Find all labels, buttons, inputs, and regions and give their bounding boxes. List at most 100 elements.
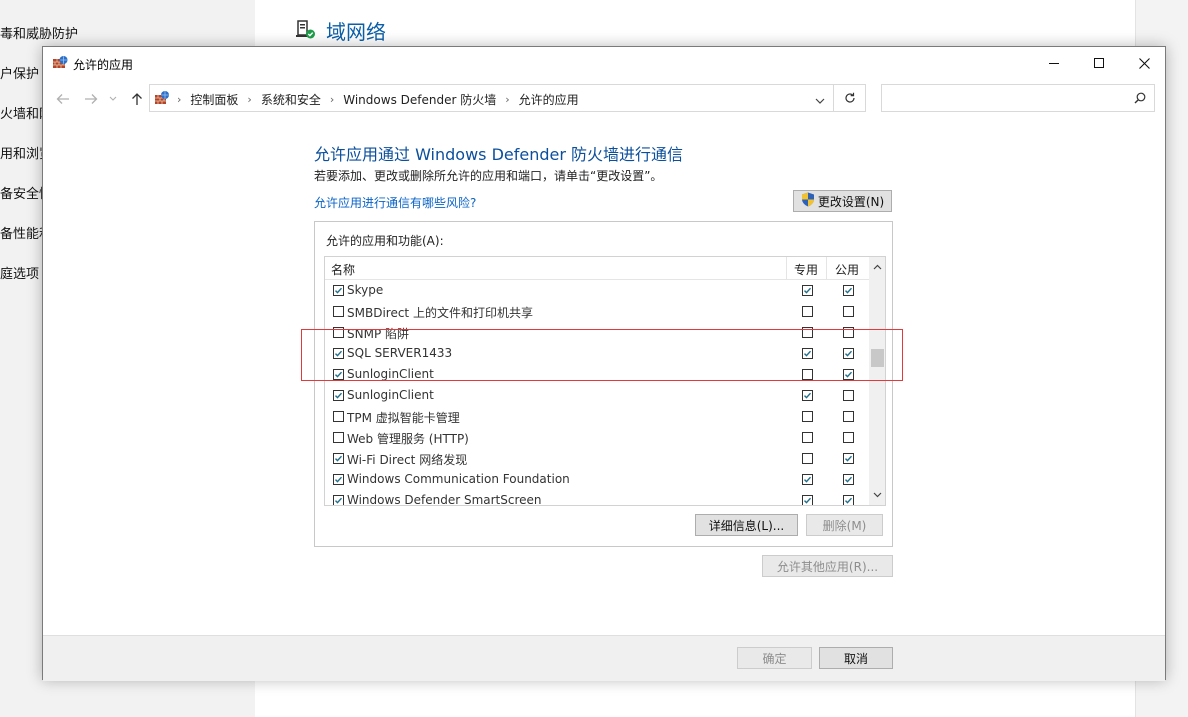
recent-locations-button[interactable] — [107, 89, 119, 109]
private-network-checkbox[interactable] — [802, 348, 813, 359]
app-name: Skype — [347, 283, 384, 297]
search-input[interactable] — [881, 84, 1155, 112]
breadcrumb-item[interactable]: 允许的应用 — [519, 91, 579, 108]
app-name: TPM 虚拟智能卡管理 — [347, 411, 460, 425]
public-network-checkbox[interactable] — [843, 453, 854, 464]
close-button[interactable] — [1121, 47, 1167, 79]
details-button[interactable]: 详细信息(L)... — [695, 514, 798, 536]
back-button[interactable] — [53, 89, 73, 109]
list-item[interactable]: SMBDirect 上的文件和打印机共享 — [325, 301, 869, 322]
arrow-right-icon — [85, 94, 98, 104]
private-network-checkbox[interactable] — [802, 432, 813, 443]
forward-button[interactable] — [81, 89, 101, 109]
list-item[interactable]: Web 管理服务 (HTTP) — [325, 427, 869, 448]
public-network-checkbox[interactable] — [843, 369, 854, 380]
list-item[interactable]: SNMP 陷阱 — [325, 322, 869, 343]
list-header: 名称 专用 公用 — [325, 257, 869, 280]
bg-sidebar-item[interactable]: 庭选项 — [0, 263, 39, 282]
scroll-up-button[interactable] — [869, 259, 885, 275]
ok-button[interactable]: 确定 — [737, 647, 812, 669]
app-enabled-checkbox[interactable] — [333, 369, 344, 380]
address-bar[interactable]: › 控制面板 › 系统和安全 › Windows Defender 防火墙 › … — [149, 84, 834, 112]
private-network-checkbox[interactable] — [802, 474, 813, 485]
list-item[interactable]: TPM 虚拟智能卡管理 — [325, 406, 869, 427]
app-enabled-checkbox[interactable] — [333, 285, 344, 296]
page-title: 允许应用通过 Windows Defender 防火墙进行通信 — [314, 145, 684, 164]
breadcrumb-separator-icon: › — [177, 93, 182, 106]
private-network-checkbox[interactable] — [802, 495, 813, 505]
address-dropdown-icon[interactable] — [815, 94, 825, 108]
app-enabled-checkbox[interactable] — [333, 411, 344, 422]
cancel-button[interactable]: 取消 — [819, 647, 893, 669]
private-network-checkbox[interactable] — [802, 306, 813, 317]
app-name: SQL SERVER1433 — [347, 346, 453, 360]
list-item[interactable]: SQL SERVER1433 — [325, 343, 869, 364]
breadcrumb-item[interactable]: Windows Defender 防火墙 — [343, 91, 496, 108]
list-item[interactable]: Windows Defender SmartScreen — [325, 490, 869, 505]
private-network-checkbox[interactable] — [802, 285, 813, 296]
allowed-apps-list[interactable]: 名称 专用 公用 Skype SMBDirect 上的文件和打印机共享 SNMP 陷… — [324, 256, 886, 506]
private-network-checkbox[interactable] — [802, 327, 813, 338]
chevron-up-icon — [873, 264, 881, 270]
list-item[interactable]: SunloginClient — [325, 385, 869, 406]
breadcrumb: › 控制面板 › 系统和安全 › Windows Defender 防火墙 › … — [177, 91, 579, 108]
public-network-checkbox[interactable] — [843, 348, 854, 359]
allowed-apps-group: 允许的应用和功能(A): 名称 专用 公用 Skype SMBDirect 上的文… — [314, 221, 893, 547]
page-description: 若要添加、更改或删除所允许的应用和端口，请单击“更改设置”。 — [314, 169, 663, 183]
app-enabled-checkbox[interactable] — [333, 327, 344, 338]
bg-sidebar-item[interactable]: 户保护 — [0, 63, 39, 82]
title-bar[interactable]: 允许的应用 — [43, 47, 1165, 79]
column-header-private[interactable]: 专用 — [794, 261, 818, 278]
public-network-checkbox[interactable] — [843, 285, 854, 296]
scroll-down-button[interactable] — [869, 487, 885, 503]
public-network-checkbox[interactable] — [843, 327, 854, 338]
uac-shield-icon — [801, 192, 815, 210]
app-name: Web 管理服务 (HTTP) — [347, 432, 469, 446]
app-name: SunloginClient — [347, 367, 434, 381]
minimize-icon — [1049, 63, 1059, 64]
private-network-checkbox[interactable] — [802, 453, 813, 464]
list-item[interactable]: Wi-Fi Direct 网络发现 — [325, 448, 869, 469]
list-item[interactable]: Skype — [325, 280, 869, 301]
list-item[interactable]: SunloginClient — [325, 364, 869, 385]
app-name: Wi-Fi Direct 网络发现 — [347, 453, 468, 467]
app-enabled-checkbox[interactable] — [333, 348, 344, 359]
app-enabled-checkbox[interactable] — [333, 474, 344, 485]
app-enabled-checkbox[interactable] — [333, 432, 344, 443]
app-enabled-checkbox[interactable] — [333, 495, 344, 505]
private-network-checkbox[interactable] — [802, 369, 813, 380]
list-item[interactable]: Windows Communication Foundation — [325, 469, 869, 490]
public-network-checkbox[interactable] — [843, 432, 854, 443]
allow-other-app-button[interactable]: 允许其他应用(R)... — [762, 555, 893, 577]
column-divider — [786, 257, 787, 279]
window-title: 允许的应用 — [73, 58, 134, 72]
app-enabled-checkbox[interactable] — [333, 453, 344, 464]
public-network-checkbox[interactable] — [843, 474, 854, 485]
column-header-public[interactable]: 公用 — [835, 261, 859, 278]
bg-network-heading: 域网络 — [296, 16, 386, 45]
public-network-checkbox[interactable] — [843, 411, 854, 422]
allowed-apps-window: 允许的应用 › 控制面板 › 系统和安全 › Windows Defender … — [42, 46, 1166, 681]
change-settings-button[interactable]: 更改设置(N) — [793, 190, 892, 212]
public-network-checkbox[interactable] — [843, 306, 854, 317]
list-scrollbar[interactable] — [869, 257, 885, 505]
maximize-button[interactable] — [1076, 47, 1122, 79]
search-icon — [1134, 92, 1146, 107]
breadcrumb-item[interactable]: 系统和安全 — [261, 91, 321, 108]
risk-help-link[interactable]: 允许应用进行通信有哪些风险? — [314, 194, 476, 211]
column-header-name[interactable]: 名称 — [331, 261, 355, 278]
refresh-button[interactable] — [834, 84, 866, 112]
minimize-button[interactable] — [1031, 47, 1077, 79]
scroll-thumb[interactable] — [871, 349, 884, 367]
public-network-checkbox[interactable] — [843, 495, 854, 505]
bg-sidebar-item[interactable]: 毒和威胁防护 — [0, 23, 78, 42]
remove-button[interactable]: 删除(M) — [806, 514, 883, 536]
public-network-checkbox[interactable] — [843, 390, 854, 401]
close-icon — [1138, 57, 1150, 69]
private-network-checkbox[interactable] — [802, 390, 813, 401]
up-button[interactable] — [127, 89, 147, 109]
private-network-checkbox[interactable] — [802, 411, 813, 422]
app-enabled-checkbox[interactable] — [333, 306, 344, 317]
breadcrumb-item[interactable]: 控制面板 — [190, 91, 238, 108]
app-enabled-checkbox[interactable] — [333, 390, 344, 401]
